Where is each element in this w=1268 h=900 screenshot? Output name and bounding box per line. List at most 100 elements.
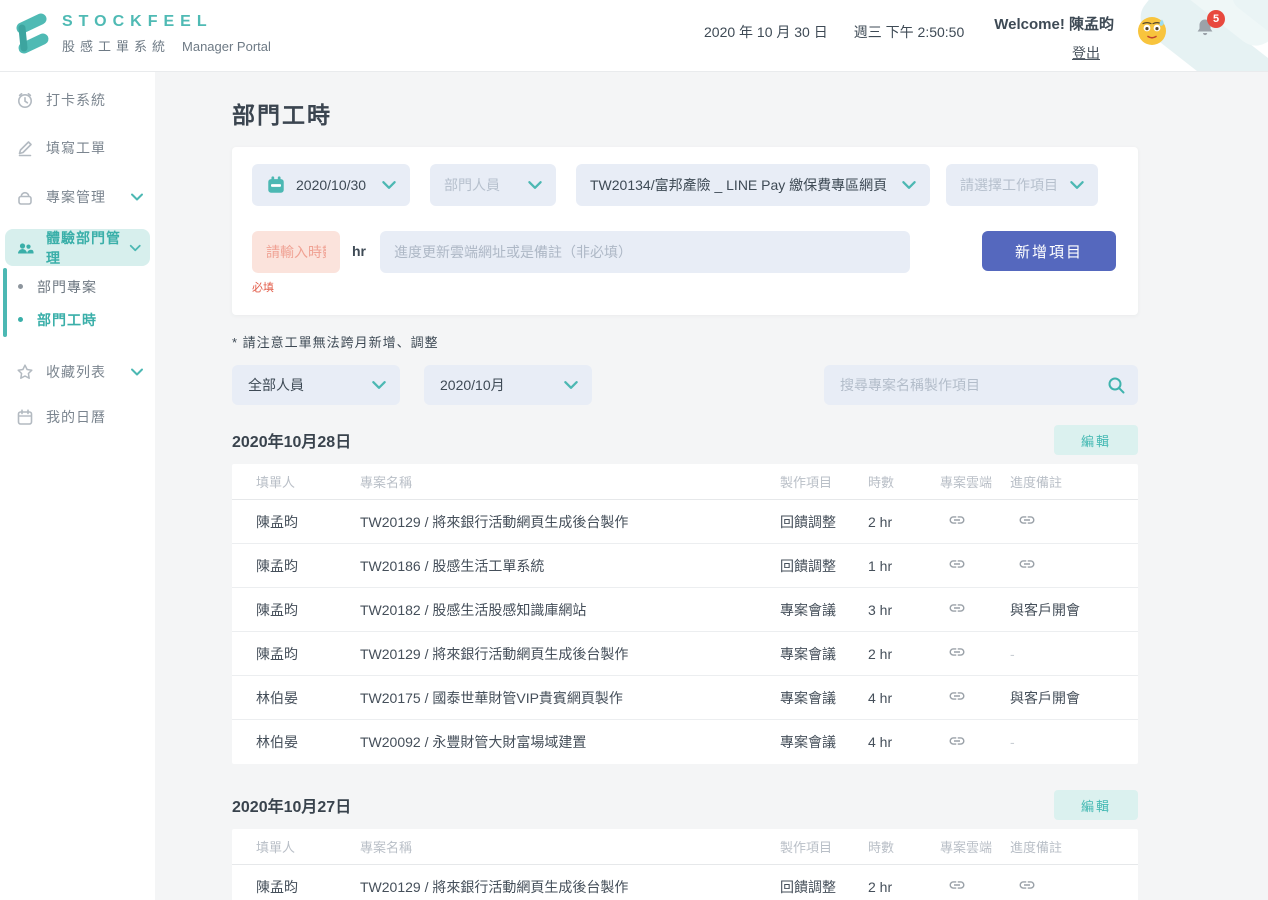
sidebar-item-favorites[interactable]: 收藏列表: [0, 356, 155, 388]
welcome-text: Welcome! 陳孟昀: [994, 16, 1114, 33]
link-icon[interactable]: [940, 599, 966, 617]
hours-input[interactable]: [252, 231, 340, 273]
link-icon[interactable]: [1010, 555, 1036, 573]
sidebar-item-label: 體驗部門管理: [46, 229, 121, 266]
staff-select[interactable]: 部門人員: [430, 164, 556, 206]
sidebar-item-label: 填寫工單: [46, 140, 106, 156]
cell-project: TW20186 / 股感生活工單系統: [360, 557, 545, 574]
cell-cloud: [940, 511, 1010, 532]
main-content: 部門工時 2020/10/30 部門人員 TW20134/富邦產險 _ LINE…: [155, 72, 1268, 900]
link-icon[interactable]: [940, 555, 966, 573]
project-select-value: TW20134/富邦產險 _ LINE Pay 繳保費專區網頁: [590, 177, 888, 193]
link-icon[interactable]: [940, 511, 966, 529]
project-select[interactable]: TW20134/富邦產險 _ LINE Pay 繳保費專區網頁: [576, 164, 930, 206]
table-header-row: 填單人 專案名稱 製作項目 時數 專案雲端 進度備註: [232, 464, 1138, 500]
sidebar-item-label: 我的日曆: [46, 409, 106, 425]
cell-person: 林伯晏: [256, 689, 298, 706]
cell-hours: 2 hr: [868, 878, 893, 895]
cell-cloud: [940, 687, 1010, 708]
new-entry-card: 2020/10/30 部門人員 TW20134/富邦產險 _ LINE Pay …: [232, 147, 1138, 315]
column-header: 進度備註: [1010, 475, 1063, 490]
edit-button[interactable]: 編輯: [1054, 790, 1138, 820]
cell-person: 陳孟昀: [256, 557, 298, 574]
search-icon[interactable]: [1106, 375, 1126, 395]
sidebar-item-fill-worksheet[interactable]: 填寫工單: [0, 132, 155, 164]
filter-bar: 全部人員 2020/10月: [232, 365, 1138, 405]
sidebar-item-project-management[interactable]: 專案管理: [0, 181, 155, 213]
link-icon[interactable]: [1010, 876, 1036, 894]
link-icon[interactable]: [1010, 511, 1036, 529]
cell-project: TW20129 / 將來銀行活動網頁生成後台製作: [360, 878, 629, 895]
sidebar-item-punch-clock[interactable]: 打卡系統: [0, 84, 155, 116]
column-header: 專案名稱: [360, 475, 413, 490]
column-header: 進度備註: [1010, 840, 1063, 855]
required-hint: 必填: [252, 282, 274, 294]
filter-staff-select[interactable]: 全部人員: [232, 365, 400, 405]
cell-cloud: [940, 876, 1010, 897]
search-box: [824, 365, 1138, 405]
link-icon[interactable]: [940, 643, 966, 661]
progress-note-input[interactable]: [380, 231, 910, 273]
cell-item: 回饋調整: [780, 513, 836, 530]
add-item-button[interactable]: 新增項目: [982, 231, 1116, 271]
system-name: 股感工單系統: [62, 39, 171, 54]
header-date: 2020 年 10 月 30 日: [704, 24, 828, 40]
cell-project: TW20175 / 國泰世華財管VIP貴賓網頁製作: [360, 689, 623, 706]
sidebar-item-label: 專案管理: [46, 189, 106, 205]
task-select[interactable]: 請選擇工作項目: [946, 164, 1098, 206]
brand: STOCKFEEL 股感工單系統 Manager Portal: [14, 12, 271, 56]
column-header: 專案名稱: [360, 840, 413, 855]
cell-hours: 2 hr: [868, 513, 893, 530]
sidebar-subitem-label: 部門工時: [37, 311, 97, 328]
chevron-down-icon: [564, 381, 578, 389]
logout-link[interactable]: 登出: [1072, 43, 1100, 63]
cell-person: 陳孟昀: [256, 513, 298, 530]
sidebar-subitem-department-projects[interactable]: 部門專案: [0, 270, 155, 303]
edit-button[interactable]: 編輯: [1054, 425, 1138, 455]
stockfeel-logo: [16, 13, 49, 54]
date-select[interactable]: 2020/10/30: [252, 164, 410, 206]
search-input[interactable]: [840, 377, 1106, 393]
cell-cloud: [940, 732, 1010, 753]
cell-note: [1010, 511, 1138, 532]
hours-unit-label: hr: [352, 243, 366, 259]
sidebar-subitem-label: 部門專案: [37, 278, 97, 295]
column-header: 時數: [868, 840, 895, 855]
link-icon[interactable]: [940, 876, 966, 894]
sidebar-item-label: 打卡系統: [46, 92, 106, 108]
table-row: 陳孟昀 TW20129 / 將來銀行活動網頁生成後台製作 專案會議 2 hr -: [232, 632, 1138, 676]
column-header: 時數: [868, 475, 895, 490]
link-icon[interactable]: [940, 732, 966, 750]
chevron-down-icon: [129, 244, 141, 251]
filter-month-select[interactable]: 2020/10月: [424, 365, 592, 405]
calendar-teal-icon: [268, 176, 284, 193]
notification-badge: 5: [1207, 10, 1225, 28]
sidebar-item-label: 收藏列表: [46, 364, 106, 380]
timesheet-table: 填單人 專案名稱 製作項目 時數 專案雲端 進度備註 陳孟昀 TW20129 /…: [232, 829, 1138, 900]
sidebar-item-my-calendar[interactable]: 我的日曆: [0, 401, 155, 433]
briefcase-icon: [18, 191, 32, 205]
sidebar-item-department-management[interactable]: 體驗部門管理: [5, 229, 150, 266]
table-row: 林伯晏 TW20092 / 永豐財管大財富場域建置 專案會議 4 hr -: [232, 720, 1138, 764]
calendar-icon: [17, 409, 33, 425]
link-icon[interactable]: [940, 687, 966, 705]
chevron-down-icon: [382, 181, 396, 189]
note-text: 與客戶開會: [1010, 689, 1080, 706]
cell-item: 專案會議: [780, 645, 836, 662]
cell-item: 回饋調整: [780, 878, 836, 895]
cell-item: 回饋調整: [780, 557, 836, 574]
cell-cloud: [940, 599, 1010, 620]
user-avatar[interactable]: [1136, 15, 1168, 47]
cell-note: 與客戶開會: [1010, 600, 1138, 620]
chevron-down-icon: [131, 368, 143, 376]
column-header: 製作項目: [780, 840, 833, 855]
notifications-button[interactable]: 5: [1194, 10, 1225, 44]
cell-cloud: [940, 643, 1010, 664]
bullet-dot-icon: [18, 284, 23, 289]
sidebar-subitem-department-hours[interactable]: 部門工時: [0, 303, 155, 336]
cell-note: -: [1010, 734, 1138, 750]
chevron-down-icon: [372, 381, 386, 389]
cell-hours: 4 hr: [868, 734, 893, 750]
chevron-down-icon: [528, 181, 542, 189]
note-text: -: [1010, 734, 1015, 750]
